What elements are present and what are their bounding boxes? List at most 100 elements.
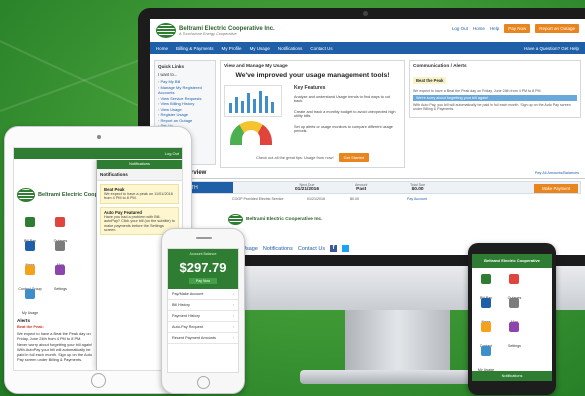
- tile-news[interactable]: News: [18, 239, 42, 267]
- android-notifications-bar[interactable]: Notifications: [472, 371, 552, 381]
- tile-bill-pay[interactable]: Bill Pay: [18, 215, 42, 243]
- account-overview-title: Account Overview: [150, 170, 585, 179]
- android-device: Beltrami Electric Cooperative Bill Pay O…: [468, 243, 556, 395]
- footer-link-notifications[interactable]: Notifications: [263, 246, 293, 252]
- get-started-button[interactable]: Get Started: [338, 153, 370, 162]
- service-amount: $0.00: [350, 197, 359, 201]
- menu-row[interactable]: Auto-Pay Request: [168, 322, 238, 333]
- chart-bar: [229, 103, 232, 113]
- android-header: Beltrami Electric Cooperative: [472, 254, 552, 268]
- tile-my-usage[interactable]: My Usage: [18, 287, 42, 315]
- device-showcase: Beltrami Electric Cooperative Inc. A Tou…: [0, 0, 585, 396]
- news-icon: [25, 241, 35, 251]
- tile-contact[interactable]: Contact Group: [18, 263, 42, 291]
- usage-promo-heading: We've improved your usage management too…: [235, 72, 390, 79]
- settings-icon: [509, 322, 520, 332]
- tablet-logout-link[interactable]: Log Out: [165, 151, 179, 156]
- total-due-column: Total Due $0.00: [410, 183, 425, 192]
- chart-bar: [247, 93, 250, 113]
- usage-chart-thumbnail: [224, 85, 282, 117]
- tile-my-usage[interactable]: My Usage: [474, 344, 498, 372]
- chart-bar: [253, 99, 256, 113]
- nav-notifications[interactable]: Notifications: [278, 46, 303, 51]
- tile-settings[interactable]: Settings: [48, 263, 72, 291]
- usage-footer-text: Check out all the great tips. Usage from…: [255, 155, 334, 160]
- map-icon: [509, 298, 520, 308]
- twitter-icon[interactable]: [342, 245, 350, 252]
- menu-row[interactable]: Payment History: [168, 311, 238, 322]
- speaker-grille: [196, 237, 212, 239]
- nav-contact[interactable]: Contact Us: [310, 46, 332, 51]
- alert-tag: Beat the Peak: [413, 77, 447, 84]
- pay-all-link[interactable]: Pay All Amounts/Balances: [535, 171, 579, 175]
- nav-usage[interactable]: My Usage: [250, 46, 270, 51]
- nav-billing[interactable]: Billing & Payments: [176, 46, 214, 51]
- feature-item: Create and track a monthly budget to avo…: [294, 110, 396, 119]
- alert-text: We expect to have a Beat the Peak day on…: [413, 89, 542, 93]
- phone-app-screen: Account Balance $297.79 Pay Now Pay/Make…: [167, 248, 239, 373]
- footer-links: Usage Notifications Contact Us f: [242, 245, 350, 252]
- report-outage-button[interactable]: Report an Outage: [535, 23, 579, 33]
- make-payment-button[interactable]: Make Payment: [534, 184, 578, 193]
- drawer-title-bar: Notifications: [97, 160, 182, 169]
- get-help-link[interactable]: Have a Question? Get Help: [524, 46, 579, 51]
- chart-bar: [241, 101, 244, 113]
- pay-account-link[interactable]: Pay Account: [407, 197, 427, 201]
- background-stripe: [0, 55, 152, 112]
- tile-map[interactable]: Map: [502, 296, 526, 324]
- tile-map[interactable]: Map: [48, 239, 72, 267]
- tablet-app-bar: Log Out: [14, 148, 182, 159]
- menu-row[interactable]: Bill History: [168, 300, 238, 311]
- total-due-value: $0.00: [411, 187, 424, 192]
- tile-label: My Usage: [21, 311, 39, 315]
- outage-icon: [55, 217, 66, 227]
- tablet-alerts: Alerts Beat the Peak: We expect to have …: [17, 318, 93, 363]
- camera-dot: [363, 11, 368, 16]
- quick-link[interactable]: Manage My Registered Accounts: [158, 85, 212, 96]
- chart-bar: [265, 96, 268, 113]
- logout-link[interactable]: Log Out: [452, 26, 468, 31]
- contact-icon: [25, 265, 35, 275]
- service-description: COOP Provided Electric Service: [232, 197, 284, 201]
- usage-icon: [25, 289, 35, 299]
- member-portal-screen: Beltrami Electric Cooperative Inc. A Tou…: [150, 19, 585, 255]
- help-link[interactable]: Help: [490, 26, 499, 31]
- drawer-heading: Notifications: [97, 169, 182, 181]
- tile-news[interactable]: News: [474, 296, 498, 324]
- usage-panel-title: View and Manage My Usage: [224, 64, 288, 69]
- pay-now-button[interactable]: Pay Now: [504, 23, 531, 33]
- phone-device: Account Balance $297.79 Pay Now Pay/Make…: [161, 228, 245, 394]
- home-button[interactable]: [91, 373, 106, 388]
- main-nav: Home Billing & Payments My Profile My Us…: [150, 42, 585, 54]
- home-button[interactable]: [197, 376, 210, 389]
- bill-pay-icon: [481, 274, 491, 284]
- portal-brand: Beltrami Electric Cooperative Inc. A Tou…: [156, 23, 275, 38]
- tile-settings[interactable]: Settings: [502, 320, 526, 348]
- cooperative-logo-icon: [17, 188, 35, 202]
- tile-label: Settings: [53, 287, 67, 291]
- home-link[interactable]: Home: [473, 26, 485, 31]
- autopay-detail: With Auto Pay, you bill will automatical…: [413, 103, 571, 112]
- nav-profile[interactable]: My Profile: [222, 46, 242, 51]
- feature-item: Set up alerts or usage monitors to compa…: [294, 125, 393, 134]
- nav-home[interactable]: Home: [156, 46, 168, 51]
- tile-bill-pay[interactable]: Bill Pay: [474, 272, 498, 300]
- tile-outages[interactable]: Outages: [48, 215, 72, 243]
- tile-contact[interactable]: Contact: [474, 320, 498, 348]
- pay-now-button[interactable]: Pay Now: [189, 278, 217, 284]
- autopay-text: Never worry about forgetting your bill a…: [17, 342, 93, 362]
- monitor-base: [300, 370, 495, 384]
- menu-row[interactable]: Pay/Make Account: [168, 289, 238, 300]
- quick-links-prompt: I want to...: [158, 72, 178, 77]
- footer-brand: Beltrami Electric Cooperative Inc.: [228, 214, 323, 225]
- key-features-title: Key Features: [294, 85, 326, 91]
- tile-outages[interactable]: Outages: [502, 272, 526, 300]
- communications-title: Communication / Alerts: [413, 64, 467, 69]
- footer-brand-name: Beltrami Electric Cooperative Inc.: [246, 217, 323, 222]
- facebook-icon[interactable]: f: [330, 245, 338, 252]
- menu-row[interactable]: Recent Payment Amounts: [168, 333, 238, 344]
- notification-card[interactable]: Beat Peak We expect to have a peak on 11…: [100, 184, 179, 204]
- cooperative-logo-icon: [156, 23, 176, 38]
- footer-link-contact[interactable]: Contact Us: [298, 246, 325, 252]
- alert-heading: Beat the Peak:: [17, 324, 44, 329]
